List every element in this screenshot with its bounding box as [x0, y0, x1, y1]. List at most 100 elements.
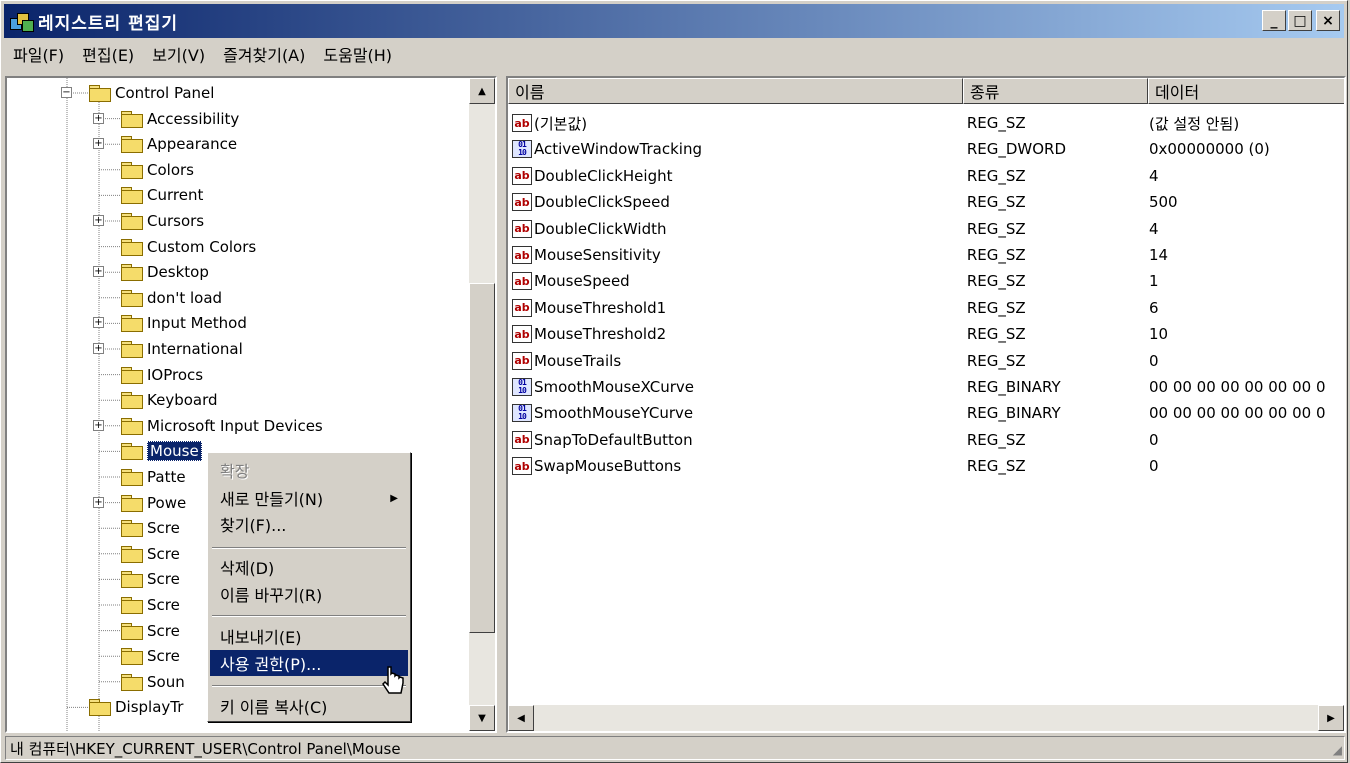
menu-separator [212, 615, 406, 617]
tree-item[interactable]: don't load [121, 286, 222, 310]
value-row[interactable]: ab DoubleClickSpeed REG_SZ 500 [508, 189, 1344, 215]
tree-item[interactable]: + Appearance [93, 132, 237, 156]
value-data: 0x00000000 (0) [1148, 140, 1270, 159]
collapse-icon[interactable]: − [61, 87, 72, 98]
string-value-icon: ab [512, 351, 532, 370]
submenu-arrow-icon: ▶ [390, 492, 398, 504]
ctx-find[interactable]: 찾기(F)... [210, 511, 408, 537]
ctx-export[interactable]: 내보내기(E) [210, 623, 408, 649]
scroll-up-button[interactable]: ▲ [469, 78, 495, 104]
ctx-copy-key-name[interactable]: 키 이름 복사(C) [210, 693, 408, 719]
ctx-expand[interactable]: 확장 [210, 457, 408, 483]
value-data: (값 설정 안됨) [1148, 114, 1240, 133]
tree-item-label: Desktop [147, 263, 209, 282]
tree-item-label: Control Panel [115, 84, 215, 102]
value-row[interactable]: ab MouseSpeed REG_SZ 1 [508, 268, 1344, 294]
column-data-header[interactable]: 데이터 [1148, 78, 1344, 104]
list-horizontal-scrollbar[interactable]: ◀ ▶ [508, 705, 1344, 731]
scroll-down-button[interactable]: ▼ [469, 705, 495, 731]
menu-help[interactable]: 도움말(H) [314, 42, 401, 66]
tree-item[interactable]: + Input Method [93, 311, 247, 335]
value-type: REG_SZ [966, 457, 1026, 476]
tree-item[interactable]: Scre [121, 619, 180, 643]
value-row[interactable]: ab MouseThreshold1 REG_SZ 6 [508, 295, 1344, 321]
expand-icon[interactable]: + [93, 496, 104, 508]
value-row[interactable]: ab MouseTrails REG_SZ 0 [508, 348, 1344, 374]
resize-grip-icon[interactable]: ◢ [1333, 743, 1342, 757]
tree-item[interactable]: Scre [121, 644, 180, 668]
tree-item[interactable]: DisplayTr [89, 695, 183, 719]
expand-icon[interactable]: + [93, 266, 104, 278]
folder-icon [121, 520, 143, 538]
value-row[interactable]: 01 10 SmoothMouseYCurve REG_BINARY 00 00 00 … [508, 400, 1344, 426]
menu-file[interactable]: 파일(F) [4, 42, 73, 66]
maximize-button[interactable]: □ [1288, 10, 1312, 31]
tree-item[interactable]: + International [93, 337, 243, 361]
expand-icon[interactable]: + [93, 343, 104, 354]
tree-item[interactable]: + Powe [93, 491, 186, 515]
expand-icon[interactable]: + [93, 112, 104, 124]
tree-item[interactable]: Scre [121, 516, 180, 540]
menu-view[interactable]: 보기(V) [143, 42, 214, 66]
menu-edit[interactable]: 편집(E) [73, 42, 143, 66]
menu-favorites[interactable]: 즐겨찾기(A) [214, 42, 314, 66]
tree-item[interactable]: Scre [121, 593, 180, 617]
tree-item[interactable]: Custom Colors [121, 235, 256, 259]
tree-vertical-scrollbar[interactable]: ▲ ▼ [469, 78, 495, 731]
tree-item[interactable]: Scre [121, 567, 180, 591]
value-row[interactable]: ab SwapMouseButtons REG_SZ 0 [508, 453, 1344, 479]
value-row[interactable]: ab MouseSensitivity REG_SZ 14 [508, 242, 1344, 268]
tree-item[interactable]: Colors [121, 158, 194, 182]
folder-icon [121, 597, 143, 614]
tree-item[interactable]: + Accessibility [93, 107, 239, 131]
expand-icon[interactable]: + [93, 138, 104, 150]
value-row[interactable]: ab SnapToDefaultButton REG_SZ 0 [508, 427, 1344, 453]
ctx-permissions[interactable]: 사용 권한(P)... [210, 650, 408, 676]
tree-item-label: Scre [147, 596, 180, 614]
expand-icon[interactable]: + [93, 419, 104, 431]
column-type-header[interactable]: 종류 [963, 78, 1148, 104]
value-row[interactable]: ab DoubleClickWidth REG_SZ 4 [508, 216, 1344, 242]
scroll-right-button[interactable]: ▶ [1318, 705, 1344, 731]
value-name: MouseSensitivity [534, 246, 661, 264]
value-list-pane[interactable]: 이름 종류 데이터 ab (기본값) REG_SZ (값 설정 안됨) 01 10 Acti… [506, 76, 1346, 733]
expand-icon[interactable]: + [93, 317, 104, 329]
tree-item[interactable]: Soun [121, 670, 185, 694]
tree-item[interactable]: Keyboard [121, 388, 218, 412]
scroll-left-button[interactable]: ◀ [508, 705, 534, 731]
value-type: REG_DWORD [966, 140, 1067, 159]
tree-item[interactable]: Scre [121, 542, 180, 566]
value-name: SmoothMouseXCurve [534, 378, 694, 396]
tree-item[interactable]: IOProcs [121, 363, 203, 387]
column-name-header[interactable]: 이름 [508, 78, 963, 104]
tree-item[interactable]: + Microsoft Input Devices [93, 414, 323, 438]
string-value-icon: ab [512, 114, 532, 132]
tree-item-label: don't load [147, 288, 223, 307]
ctx-new[interactable]: 새로 만들기(N) ▶ [210, 485, 408, 511]
tree-item[interactable]: Current [121, 183, 203, 207]
tree-item[interactable]: − Control Panel [61, 81, 215, 105]
value-row[interactable]: ab (기본값) REG_SZ (값 설정 안됨) [508, 110, 1344, 136]
value-row[interactable]: ab DoubleClickHeight REG_SZ 4 [508, 163, 1344, 189]
close-button[interactable]: × [1316, 10, 1340, 31]
ctx-rename[interactable]: 이름 바꾸기(R) [210, 581, 408, 607]
tree-item-label: Keyboard [147, 391, 218, 410]
value-row[interactable]: 01 10 ActiveWindowTracking REG_DWORD 0x00000… [508, 136, 1344, 162]
minimize-button[interactable]: _ [1262, 10, 1286, 31]
ctx-delete[interactable]: 삭제(D) [210, 554, 408, 580]
tree-scroll-thumb[interactable] [469, 283, 495, 633]
title-bar[interactable]: 레지스트리 편집기 _ □ × [4, 4, 1344, 38]
tree-item-label: International [147, 340, 243, 358]
tree-item[interactable]: Patte [121, 465, 186, 489]
menu-separator [212, 685, 406, 687]
tree-item-selected[interactable]: Mouse [121, 439, 202, 463]
value-row[interactable]: 01 10 SmoothMouseXCurve REG_BINARY 00 00 00 … [508, 374, 1344, 400]
binary-value-icon: 01 10 [512, 378, 532, 396]
value-data: 0 [1148, 457, 1159, 476]
tree-item[interactable]: + Desktop [93, 260, 209, 284]
expand-icon[interactable]: + [93, 215, 104, 226]
value-name-cell: ab SwapMouseButtons [508, 457, 961, 476]
value-row[interactable]: ab MouseThreshold2 REG_SZ 10 [508, 321, 1344, 347]
value-data: 14 [1148, 246, 1169, 264]
tree-item[interactable]: + Cursors [93, 209, 204, 233]
